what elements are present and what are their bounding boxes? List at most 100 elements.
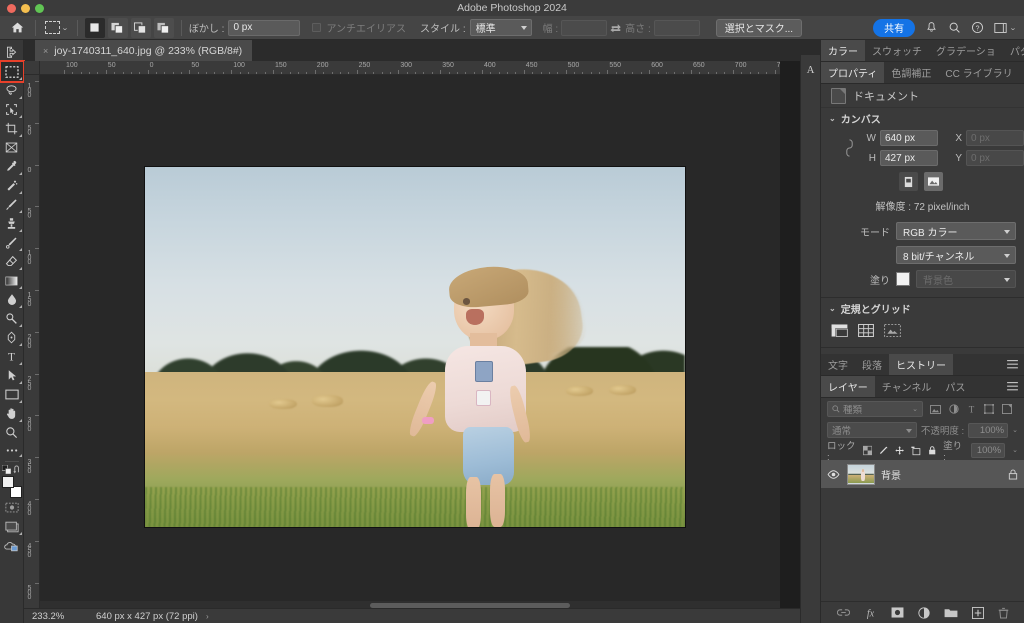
blur-tool[interactable]	[1, 290, 23, 309]
tab-paths[interactable]: パス	[938, 376, 972, 397]
filter-smart-icon[interactable]	[1002, 404, 1012, 414]
panel-menu-icon[interactable]	[1001, 354, 1024, 375]
edit-toolbar-button[interactable]	[1, 442, 23, 458]
rulers-icon[interactable]	[831, 324, 848, 337]
tab-cc-libraries[interactable]: CC ライブラリ	[938, 62, 1019, 83]
chevron-down-icon[interactable]: ⌄	[1012, 446, 1018, 454]
chevron-down-icon[interactable]: ⌄	[1009, 24, 1017, 32]
canvas-height-input[interactable]: 427 px	[880, 150, 938, 166]
canvas-y-input[interactable]: 0 px	[966, 150, 1024, 166]
tab-swatches[interactable]: スウォッチ	[865, 40, 929, 61]
guides-icon[interactable]	[884, 324, 901, 337]
help-icon[interactable]: ?	[971, 21, 984, 34]
canvas-width-input[interactable]: 640 px	[880, 130, 938, 146]
tab-history[interactable]: ヒストリー	[889, 354, 953, 375]
height-input[interactable]	[653, 19, 700, 36]
type-tool[interactable]: T	[1, 347, 23, 366]
chevron-down-icon[interactable]: ⌄	[829, 114, 836, 123]
eye-icon[interactable]	[827, 469, 841, 479]
object-selection-tool[interactable]	[1, 100, 23, 119]
status-expand-arrow[interactable]: ›	[206, 612, 209, 621]
layer-name[interactable]: 背景	[881, 467, 901, 482]
pen-tool[interactable]	[1, 328, 23, 347]
chevron-down-icon[interactable]: ⌄	[1012, 426, 1018, 434]
antialias-checkbox[interactable]	[312, 23, 322, 32]
cloud-documents-icon[interactable]	[1, 536, 23, 555]
new-layer-icon[interactable]	[972, 606, 984, 619]
foreground-background-color[interactable]	[1, 476, 23, 498]
spot-healing-brush-tool[interactable]	[1, 176, 23, 195]
search-icon[interactable]	[948, 21, 961, 34]
lock-all-icon[interactable]	[928, 445, 936, 456]
filter-pixel-icon[interactable]	[930, 404, 941, 414]
tab-properties[interactable]: プロパティ	[821, 62, 885, 83]
zoom-level[interactable]: 233.2%	[32, 611, 96, 622]
tab-color[interactable]: カラー	[821, 40, 865, 61]
crop-tool[interactable]	[1, 119, 23, 138]
dodge-tool[interactable]	[1, 309, 23, 328]
lasso-tool[interactable]	[1, 81, 23, 100]
chevron-down-icon[interactable]: ⌄	[61, 24, 69, 32]
swap-icon[interactable]	[607, 18, 625, 38]
table-row[interactable]: 背景	[821, 460, 1024, 488]
hand-tool[interactable]	[1, 404, 23, 423]
panel-menu-icon[interactable]	[1020, 62, 1024, 83]
document-image[interactable]	[144, 166, 686, 528]
feather-input[interactable]: 0 px	[228, 19, 301, 36]
delete-layer-icon[interactable]	[998, 607, 1009, 619]
lock-position-icon[interactable]	[895, 445, 904, 456]
gradient-tool[interactable]	[1, 271, 23, 290]
rectangle-tool[interactable]	[1, 385, 23, 404]
canvas-x-input[interactable]: 0 px	[966, 130, 1024, 146]
filter-adjustment-icon[interactable]	[949, 404, 959, 414]
tab-adjustments[interactable]: 色調補正	[884, 62, 938, 83]
share-button[interactable]: 共有	[873, 18, 916, 37]
blend-mode-select[interactable]: 通常	[827, 422, 917, 438]
ruler-origin[interactable]	[24, 61, 40, 75]
tab-character[interactable]: 文字	[821, 354, 855, 375]
tab-channels[interactable]: チャンネル	[875, 376, 939, 397]
horizontal-ruler[interactable]: 100 50 0 50 100 150 200 250 300 350 400 450 500 550 60…	[40, 61, 780, 75]
brush-tool[interactable]	[1, 195, 23, 214]
new-selection-button[interactable]	[84, 17, 105, 38]
tab-paragraph[interactable]: 段落	[855, 354, 889, 375]
character-panel-icon[interactable]: A	[802, 60, 820, 78]
select-and-mask-button[interactable]: 選択とマスク...	[715, 18, 803, 37]
rectangular-marquee-tool[interactable]	[0, 60, 25, 83]
history-brush-tool[interactable]	[1, 233, 23, 252]
chevron-down-icon[interactable]: ⌄	[829, 304, 836, 313]
filter-type-icon[interactable]: T	[967, 404, 976, 414]
width-input[interactable]	[561, 19, 608, 36]
zoom-tool[interactable]	[1, 423, 23, 442]
fill-input[interactable]: 100%	[970, 442, 1006, 458]
layer-filter-select[interactable]: 種類 ⌄	[827, 401, 923, 417]
vertical-ruler[interactable]: 100 50 0 50 100 150 200 250 300 350 400 450 500	[24, 75, 40, 610]
intersect-selection-button[interactable]	[153, 17, 174, 38]
lock-artboard-icon[interactable]	[911, 445, 921, 456]
lock-icon[interactable]	[1008, 468, 1018, 480]
subtract-from-selection-button[interactable]	[130, 17, 151, 38]
workspace-switcher[interactable]: ⌄	[994, 22, 1017, 34]
bell-icon[interactable]	[925, 21, 938, 34]
active-tool-button[interactable]: ⌄	[43, 20, 70, 35]
style-select[interactable]: 標準	[469, 19, 532, 36]
eyedropper-tool[interactable]	[1, 157, 23, 176]
filter-shape-icon[interactable]	[984, 404, 994, 414]
panel-menu-icon[interactable]	[1001, 376, 1024, 397]
color-mode-select[interactable]: RGB カラー	[896, 222, 1016, 240]
home-icon[interactable]	[6, 18, 28, 38]
canvas-area[interactable]	[40, 75, 780, 610]
foreground-color-swatch[interactable]	[1, 476, 14, 488]
chevron-down-icon[interactable]: ⌄	[912, 405, 918, 413]
canvas-section-header[interactable]: ⌄ カンバス	[821, 108, 1024, 128]
grid-icon[interactable]	[858, 324, 874, 337]
eraser-tool[interactable]	[1, 252, 23, 271]
adjustment-layer-icon[interactable]	[918, 606, 930, 619]
link-layers-icon[interactable]	[837, 608, 850, 617]
layer-style-fx-icon[interactable]: fx	[864, 607, 877, 618]
move-tool[interactable]	[1, 43, 23, 62]
fill-color-swatch[interactable]	[896, 272, 910, 286]
document-tab[interactable]: × joy-1740311_640.jpg @ 233% (RGB/8#)	[35, 40, 254, 61]
tab-patterns[interactable]: パターン	[1003, 40, 1024, 61]
add-mask-icon[interactable]	[891, 607, 904, 618]
